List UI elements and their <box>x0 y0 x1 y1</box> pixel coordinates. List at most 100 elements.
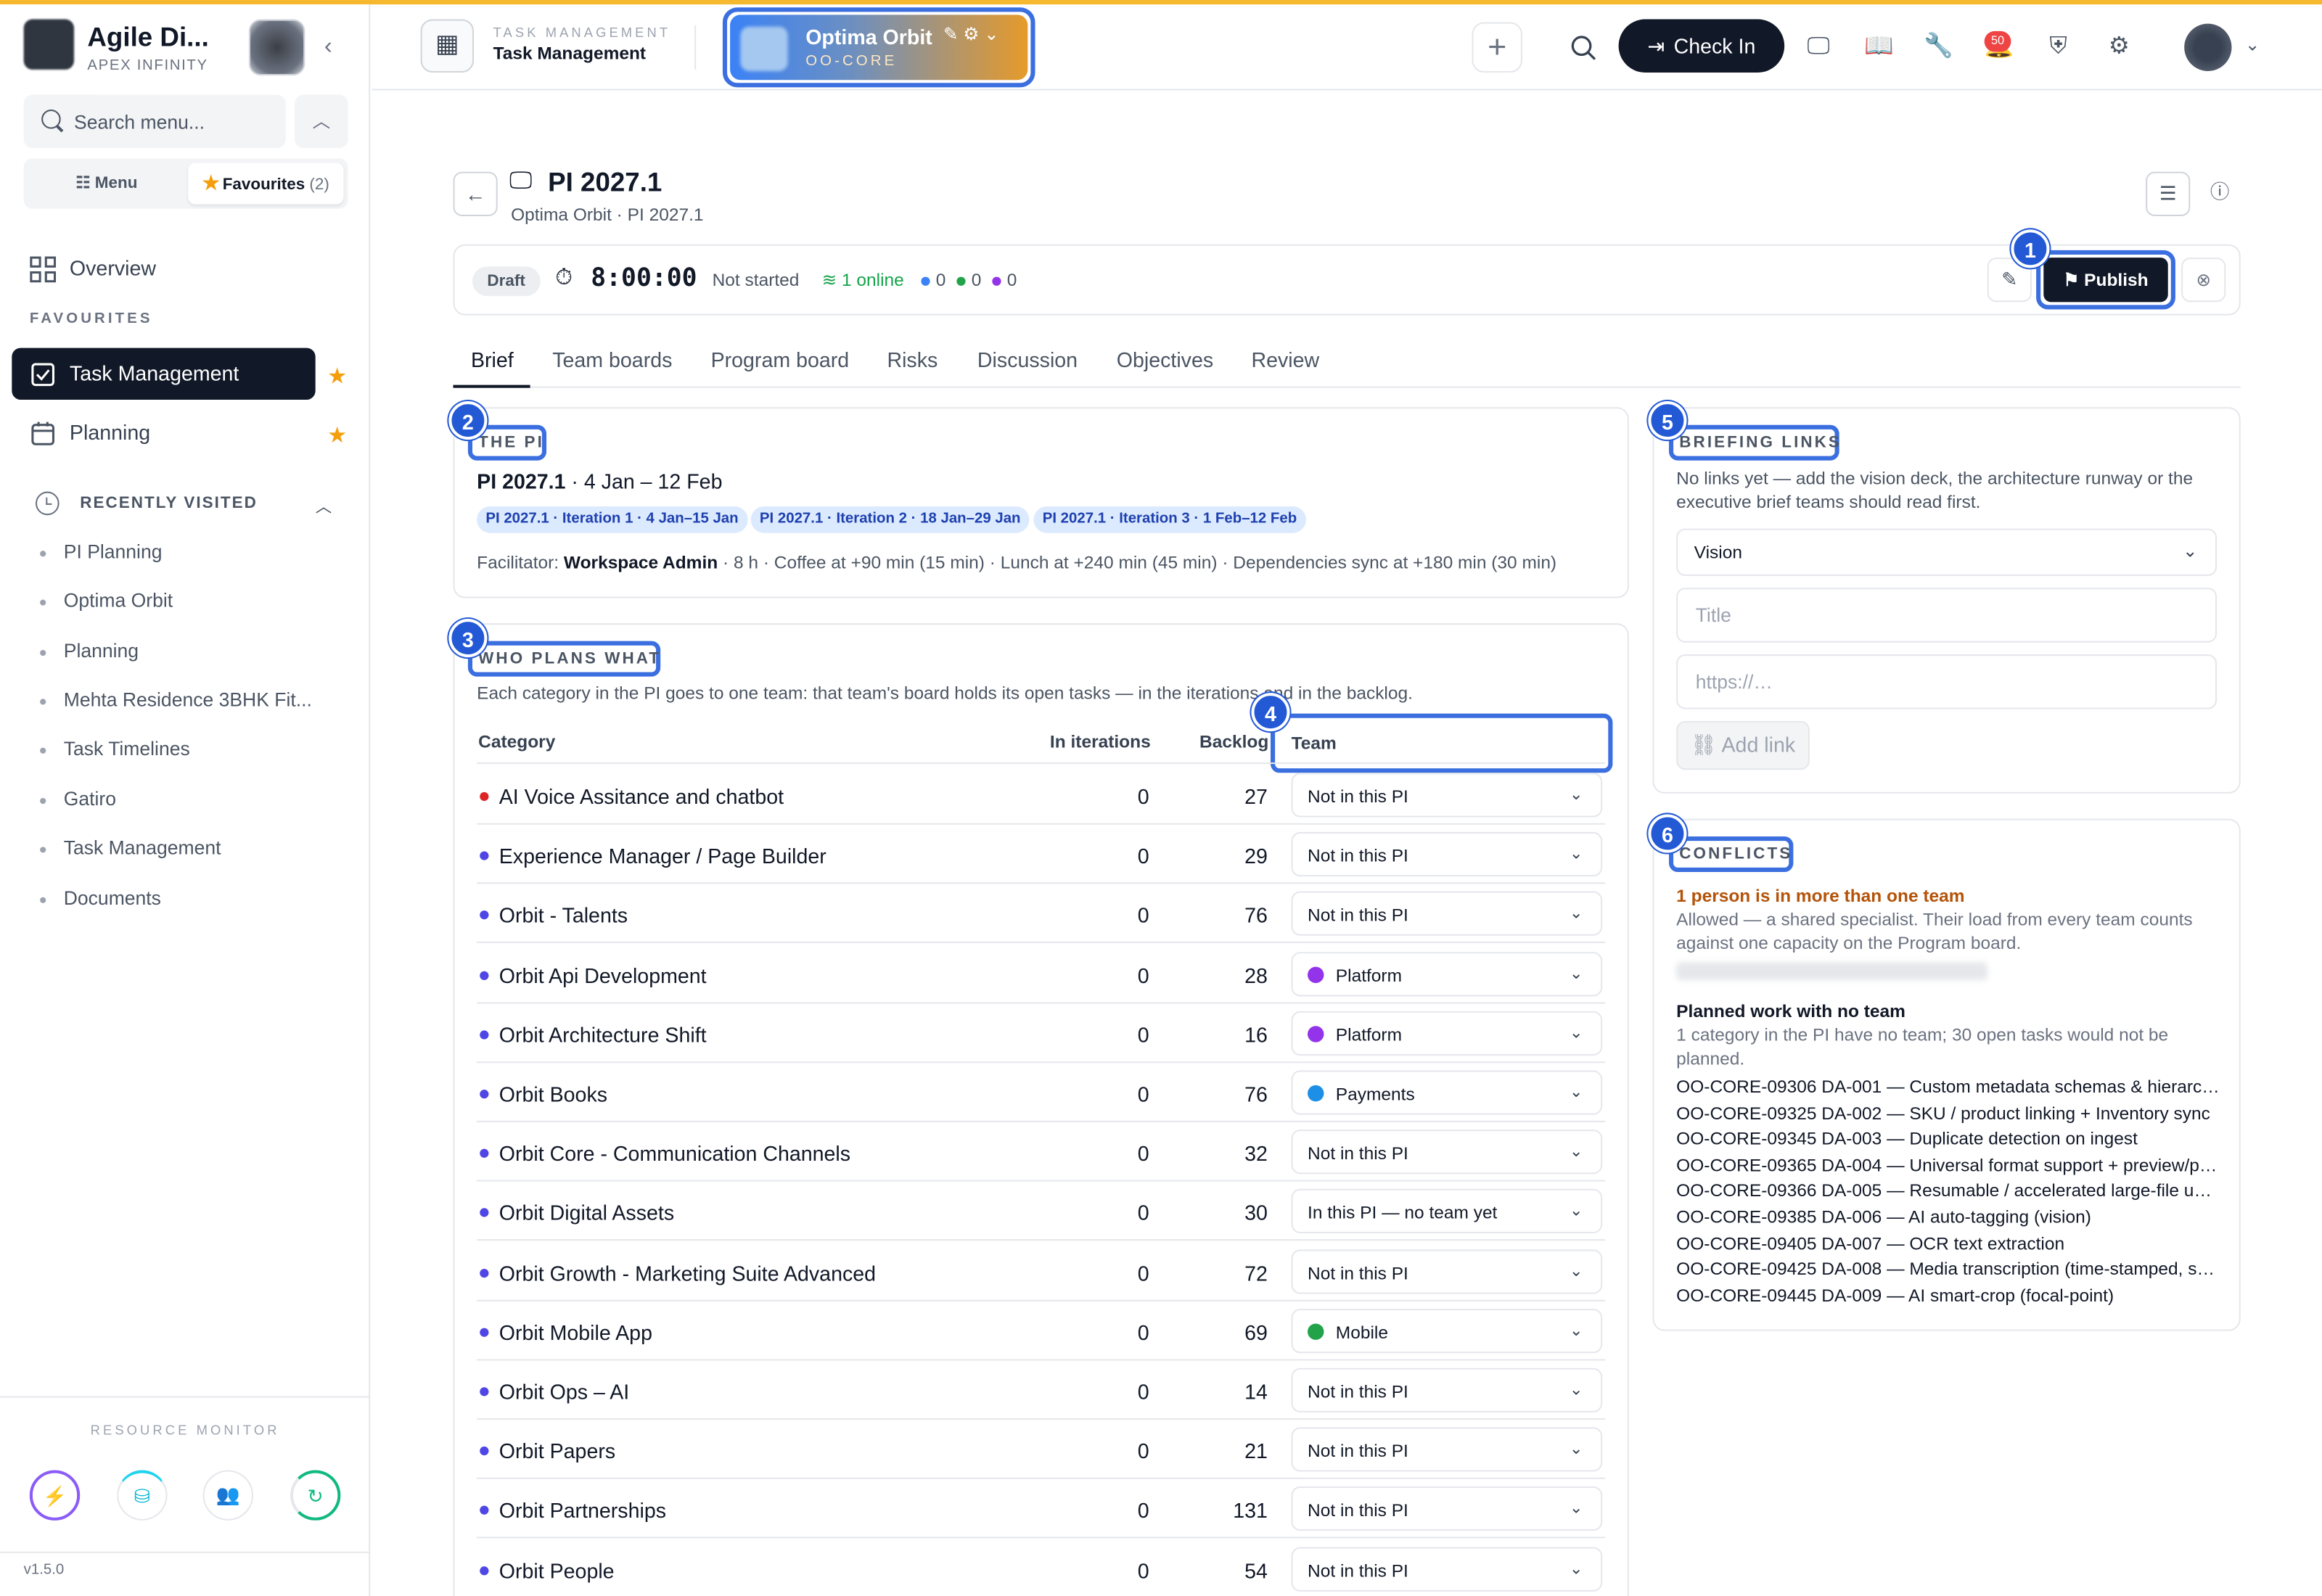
lightning-icon[interactable]: ⚡ <box>29 1470 81 1521</box>
team-select[interactable]: Mobile ⌄ <box>1291 1308 1603 1353</box>
search-menu-input[interactable] <box>74 106 282 136</box>
tab-objectives[interactable]: Objectives <box>1117 348 1213 372</box>
planned-work-item[interactable]: OO-CORE-09405 DA-007 — OCR text extracti… <box>1676 1233 2221 1254</box>
team-select[interactable]: Not in this PI ⌄ <box>1291 1249 1603 1293</box>
planned-work-item[interactable]: OO-CORE-09425 DA-008 — Media transcripti… <box>1676 1259 2221 1280</box>
workspace-avatar[interactable] <box>248 19 305 76</box>
sidebar-item-planning[interactable]: Planning <box>12 407 315 458</box>
team-select[interactable]: Not in this PI ⌄ <box>1291 1486 1603 1531</box>
sidebar-item-overview[interactable]: Overview <box>12 243 315 295</box>
table-row: Orbit Books 0 76 Payments ⌄ <box>477 1063 1606 1122</box>
brand-title: Agile Di... <box>87 22 209 52</box>
plus-icon[interactable]: + <box>1472 22 1522 73</box>
tab-brief[interactable]: Brief <box>471 348 514 372</box>
link-icon: ⛓ <box>1690 733 1722 757</box>
team-select[interactable]: In this PI — no team yet ⌄ <box>1291 1189 1603 1234</box>
project-switcher[interactable]: Optima Orbit OO-CORE ✎ ⚙ ⌄ <box>722 7 1035 88</box>
user-avatar[interactable] <box>2184 23 2232 71</box>
callout-badge: 3 <box>448 619 488 658</box>
team-select[interactable]: Payments ⌄ <box>1291 1070 1603 1115</box>
back-button[interactable]: ← <box>453 171 498 216</box>
team-select[interactable]: Not in this PI ⌄ <box>1291 1427 1603 1472</box>
search-icon[interactable] <box>1558 22 1608 73</box>
help-icon[interactable]: ⓘ <box>2198 172 2242 216</box>
agenda-summary: · 8 h · Coffee at +90 min (15 min) · Lun… <box>718 552 1557 573</box>
link-url-field[interactable] <box>1676 654 2218 709</box>
planned-work-item[interactable]: OO-CORE-09325 DA-002 — SKU / product lin… <box>1676 1103 2221 1124</box>
category-name: Orbit Digital Assets <box>499 1201 675 1225</box>
team-select[interactable]: Not in this PI ⌄ <box>1291 892 1603 937</box>
favourites-tab[interactable]: ★ Favourites (2) <box>188 163 344 205</box>
chevron-down-icon[interactable]: ⌄ <box>2245 34 2260 55</box>
timer-status: Not started <box>712 269 800 290</box>
chevron-down-icon[interactable]: ⌄ <box>984 24 999 45</box>
star-icon[interactable]: ★ <box>327 363 347 390</box>
link-title-input[interactable] <box>1678 589 2216 641</box>
callout-badge: 4 <box>1251 693 1290 732</box>
sidebar-item-task-management[interactable]: Task Management <box>12 347 316 400</box>
column-header-category: Category <box>478 731 556 752</box>
planned-work-item[interactable]: OO-CORE-09365 DA-004 — Universal format … <box>1676 1154 2221 1175</box>
team-select[interactable]: Not in this PI ⌄ <box>1291 1546 1603 1592</box>
wrench-icon[interactable]: 🔧 <box>1913 22 1964 73</box>
link-url-input[interactable] <box>1678 656 2216 708</box>
settings-sliders-icon[interactable]: ☰ <box>2146 171 2191 216</box>
brand[interactable]: Agile Di... APEX INFINITY <box>23 19 209 74</box>
recently-visited-label: RECENTLY VISITED <box>80 494 258 513</box>
shield-icon[interactable]: ⛨ <box>2033 22 2083 73</box>
tab-review[interactable]: Review <box>1251 348 1319 372</box>
collapse-sidebar-icon[interactable]: ‹ <box>324 34 332 61</box>
link-title-field[interactable] <box>1676 588 2218 643</box>
planned-work-item[interactable]: OO-CORE-09366 DA-005 — Resumable / accel… <box>1676 1180 2221 1201</box>
recent-item[interactable]: Planning <box>40 640 139 662</box>
facilitator-label: Facilitator: <box>477 552 564 573</box>
close-circle-icon[interactable]: ⊗ <box>2181 258 2226 303</box>
database-icon[interactable]: ⛁ <box>117 1470 168 1521</box>
recent-item[interactable]: Optima Orbit <box>40 589 173 612</box>
module-icon[interactable] <box>420 19 475 73</box>
refresh-icon[interactable]: ↻ <box>290 1470 341 1521</box>
recent-item[interactable]: Gatiro <box>40 788 116 810</box>
edit-icon[interactable]: ✎ <box>943 24 959 45</box>
recent-item[interactable]: Mehta Residence 3BHK Fit... <box>40 688 312 711</box>
gear-icon[interactable]: ⚙ <box>963 24 979 45</box>
planned-work-item[interactable]: OO-CORE-09345 DA-003 — Duplicate detecti… <box>1676 1128 2221 1149</box>
planned-work-item[interactable]: OO-CORE-09306 DA-001 — Custom metadata s… <box>1676 1077 2221 1098</box>
category-name: Orbit Core - Communication Channels <box>499 1141 851 1166</box>
team-select[interactable]: Not in this PI ⌄ <box>1291 773 1603 818</box>
tab-discussion[interactable]: Discussion <box>977 348 1078 372</box>
menu-tab[interactable]: ☷ Menu <box>28 163 185 204</box>
recently-visited-header[interactable]: RECENTLY VISITED <box>35 491 258 516</box>
recent-item[interactable]: Documents <box>40 887 161 909</box>
gear-icon[interactable]: ⚙ <box>2094 22 2144 73</box>
chevron-up-icon[interactable]: ︿ <box>295 94 348 149</box>
team-select[interactable]: Platform ⌄ <box>1291 951 1603 996</box>
sidebar-item-label: Overview <box>69 256 157 280</box>
book-icon[interactable]: 📖 <box>1854 22 1904 73</box>
tab-team-boards[interactable]: Team boards <box>552 348 672 372</box>
table-row: Orbit Papers 0 21 Not in this PI ⌄ <box>477 1420 1606 1480</box>
recent-item[interactable]: PI Planning <box>40 540 162 563</box>
planned-work-item[interactable]: OO-CORE-09385 DA-006 — AI auto-tagging (… <box>1676 1206 2221 1227</box>
presence-count: 0 <box>956 269 981 290</box>
monitor-icon[interactable]: 🖵 <box>1793 22 1843 73</box>
add-link-button[interactable]: ⛓ Add link <box>1676 720 1810 770</box>
team-select-value: Not in this PI <box>1308 1143 1408 1164</box>
search-menu[interactable] <box>23 94 286 149</box>
team-select[interactable]: Platform ⌄ <box>1291 1011 1603 1056</box>
team-select[interactable]: Not in this PI ⌄ <box>1291 1367 1603 1412</box>
recent-item[interactable]: Task Management <box>40 836 221 859</box>
recent-item[interactable]: Task Timelines <box>40 737 190 760</box>
tab-program-board[interactable]: Program board <box>711 348 850 372</box>
publish-button[interactable]: ⚑ Publish <box>2043 258 2168 303</box>
link-type-select[interactable]: Vision ⌄ <box>1676 528 2218 576</box>
chevron-up-icon[interactable]: ︿ <box>316 495 332 519</box>
publish-highlight: ⚑ Publish <box>2036 250 2175 310</box>
team-select[interactable]: Not in this PI ⌄ <box>1291 832 1603 877</box>
star-icon[interactable]: ★ <box>327 422 347 449</box>
tab-risks[interactable]: Risks <box>887 348 938 372</box>
team-select[interactable]: Not in this PI ⌄ <box>1291 1130 1603 1175</box>
planned-work-item[interactable]: OO-CORE-09445 DA-009 — AI smart-crop (fo… <box>1676 1285 2221 1306</box>
check-in-button[interactable]: ⇥ Check In <box>1618 19 1785 73</box>
users-icon[interactable]: 👥 <box>202 1470 253 1521</box>
